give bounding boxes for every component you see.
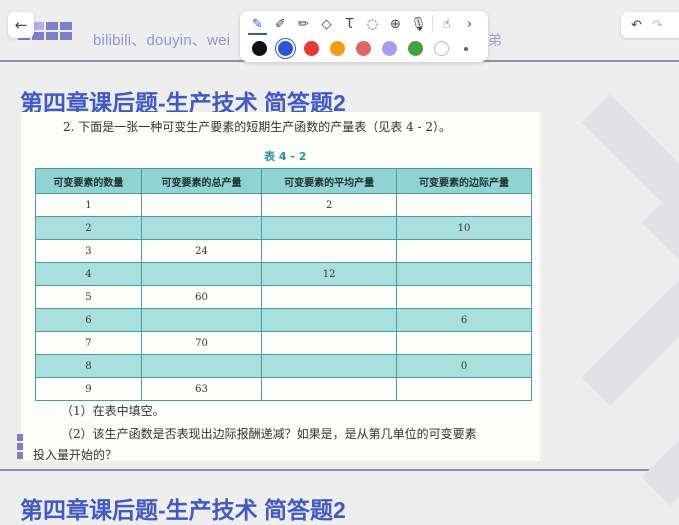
table-row: 9 63 bbox=[35, 377, 532, 401]
color-swatch-lavender[interactable] bbox=[382, 41, 397, 56]
color-swatch-red[interactable] bbox=[304, 41, 319, 56]
table-cell bbox=[261, 216, 398, 240]
side-brand-mark bbox=[17, 434, 23, 459]
hand-icon[interactable]: ☝ bbox=[437, 15, 456, 33]
table-cell bbox=[396, 239, 532, 263]
table-cell: 2 bbox=[261, 193, 398, 217]
table-cell: 5 bbox=[35, 285, 142, 309]
color-swatch-black[interactable] bbox=[252, 41, 267, 56]
table-cell bbox=[396, 193, 532, 217]
undo-redo-group: ↶ ↷ bbox=[621, 12, 679, 38]
question-part-1: （1）在表中填空。 bbox=[61, 404, 165, 418]
annotation-toolbar: ✎ ✐ ✏ ◇ Ꚍ ◌ ⊕ 🎙 ☝ › bbox=[240, 11, 488, 62]
table-row: 4 12 bbox=[35, 262, 532, 286]
color-swatch-orange[interactable] bbox=[330, 41, 345, 56]
table-cell: 8 bbox=[35, 354, 142, 378]
color-palette bbox=[252, 41, 468, 56]
table-cell bbox=[261, 377, 398, 401]
table-cell: 63 bbox=[140, 377, 263, 401]
table-cell bbox=[140, 354, 263, 378]
table-cell: 60 bbox=[140, 285, 263, 309]
table-cell bbox=[261, 308, 398, 332]
table-cell: 2 bbox=[35, 216, 142, 240]
table-cell: 0 bbox=[396, 354, 532, 378]
textbook-image: 2. 下面是一张一种可变生产要素的短期生产函数的产量表（见表 4 - 2）。 表… bbox=[21, 112, 540, 462]
eraser-icon[interactable]: ◇ bbox=[317, 15, 336, 33]
table-cell: 4 bbox=[35, 262, 142, 286]
table-row: 3 24 bbox=[35, 239, 532, 263]
table-row: 8 0 bbox=[35, 354, 532, 378]
more-options-icon[interactable] bbox=[464, 46, 468, 51]
column-header: 可变要素的数量 bbox=[35, 168, 142, 194]
add-icon[interactable]: ⊕ bbox=[386, 15, 405, 33]
header-links: bilibili、douyin、wei bbox=[93, 32, 231, 49]
question-text: 2. 下面是一张一种可变生产要素的短期生产函数的产量表（见表 4 - 2）。 bbox=[63, 120, 452, 134]
tool-row: ✎ ✐ ✏ ◇ Ꚍ ◌ ⊕ 🎙 ☝ › bbox=[248, 15, 479, 35]
production-table: 可变要素的数量 可变要素的总产量 可变要素的平均产量 可变要素的边际产量 1 2… bbox=[35, 168, 532, 401]
table-cell bbox=[396, 377, 532, 401]
column-header: 可变要素的边际产量 bbox=[396, 168, 532, 194]
table-cell bbox=[396, 262, 532, 286]
arrow-left-icon: ← bbox=[14, 16, 28, 34]
next-slide-title: 第四章课后题-生产技术 简答题2 bbox=[20, 497, 346, 523]
footer-divider bbox=[0, 469, 679, 471]
table-cell bbox=[140, 216, 263, 240]
table-cell bbox=[261, 239, 398, 263]
pen-icon[interactable]: ✎ bbox=[248, 15, 267, 35]
mic-icon[interactable]: 🎙 bbox=[409, 15, 428, 33]
table-row: 7 70 bbox=[35, 331, 532, 355]
table-cell: 70 bbox=[140, 331, 263, 355]
chevron-right-icon[interactable]: › bbox=[460, 15, 479, 33]
table-cell: 6 bbox=[35, 308, 142, 332]
table-cell bbox=[140, 308, 263, 332]
table-cell bbox=[261, 285, 398, 309]
lasso-icon[interactable]: ◌ bbox=[363, 15, 382, 33]
table-cell: 1 bbox=[35, 193, 142, 217]
toolbar-separator bbox=[432, 15, 433, 31]
table-row: 6 6 bbox=[35, 308, 532, 332]
table-cell: 12 bbox=[261, 262, 398, 286]
back-button[interactable]: ← bbox=[8, 12, 34, 38]
column-header: 可变要素的总产量 bbox=[140, 168, 263, 194]
table-caption: 表 4 - 2 bbox=[264, 150, 307, 163]
color-swatch-white[interactable] bbox=[434, 41, 449, 56]
column-header: 可变要素的平均产量 bbox=[261, 168, 398, 194]
text-icon[interactable]: Ꚍ bbox=[340, 15, 359, 33]
question-part-2: （2）该生产函数是否表现出边际报酬递减？如果是，是从第几单位的可变要素 bbox=[61, 427, 477, 441]
table-cell bbox=[261, 354, 398, 378]
table-cell: 10 bbox=[396, 216, 532, 240]
table-row: 5 60 bbox=[35, 285, 532, 309]
table-cell bbox=[396, 285, 532, 309]
table-row: 2 10 bbox=[35, 216, 532, 240]
table-cell: 3 bbox=[35, 239, 142, 263]
marker-icon[interactable]: ✏ bbox=[294, 15, 313, 33]
table-row: 1 2 bbox=[35, 193, 532, 217]
question-part-2-continued: 投入量开始的？ bbox=[33, 448, 118, 462]
redo-icon[interactable]: ↷ bbox=[652, 18, 663, 33]
table-cell: 6 bbox=[396, 308, 532, 332]
header-tail-text: 弟 bbox=[488, 33, 502, 49]
color-swatch-blue[interactable] bbox=[278, 41, 293, 56]
table-cell: 24 bbox=[140, 239, 263, 263]
table-cell bbox=[261, 331, 398, 355]
table-cell: 7 bbox=[35, 331, 142, 355]
table-cell bbox=[140, 262, 263, 286]
table-header-row: 可变要素的数量 可变要素的总产量 可变要素的平均产量 可变要素的边际产量 bbox=[35, 168, 532, 194]
color-swatch-pink[interactable] bbox=[356, 41, 371, 56]
highlighter-icon[interactable]: ✐ bbox=[271, 15, 290, 33]
color-swatch-green[interactable] bbox=[408, 41, 423, 56]
table-cell bbox=[140, 193, 263, 217]
table-cell bbox=[396, 331, 532, 355]
undo-icon[interactable]: ↶ bbox=[631, 18, 642, 33]
table-cell: 9 bbox=[35, 377, 142, 401]
